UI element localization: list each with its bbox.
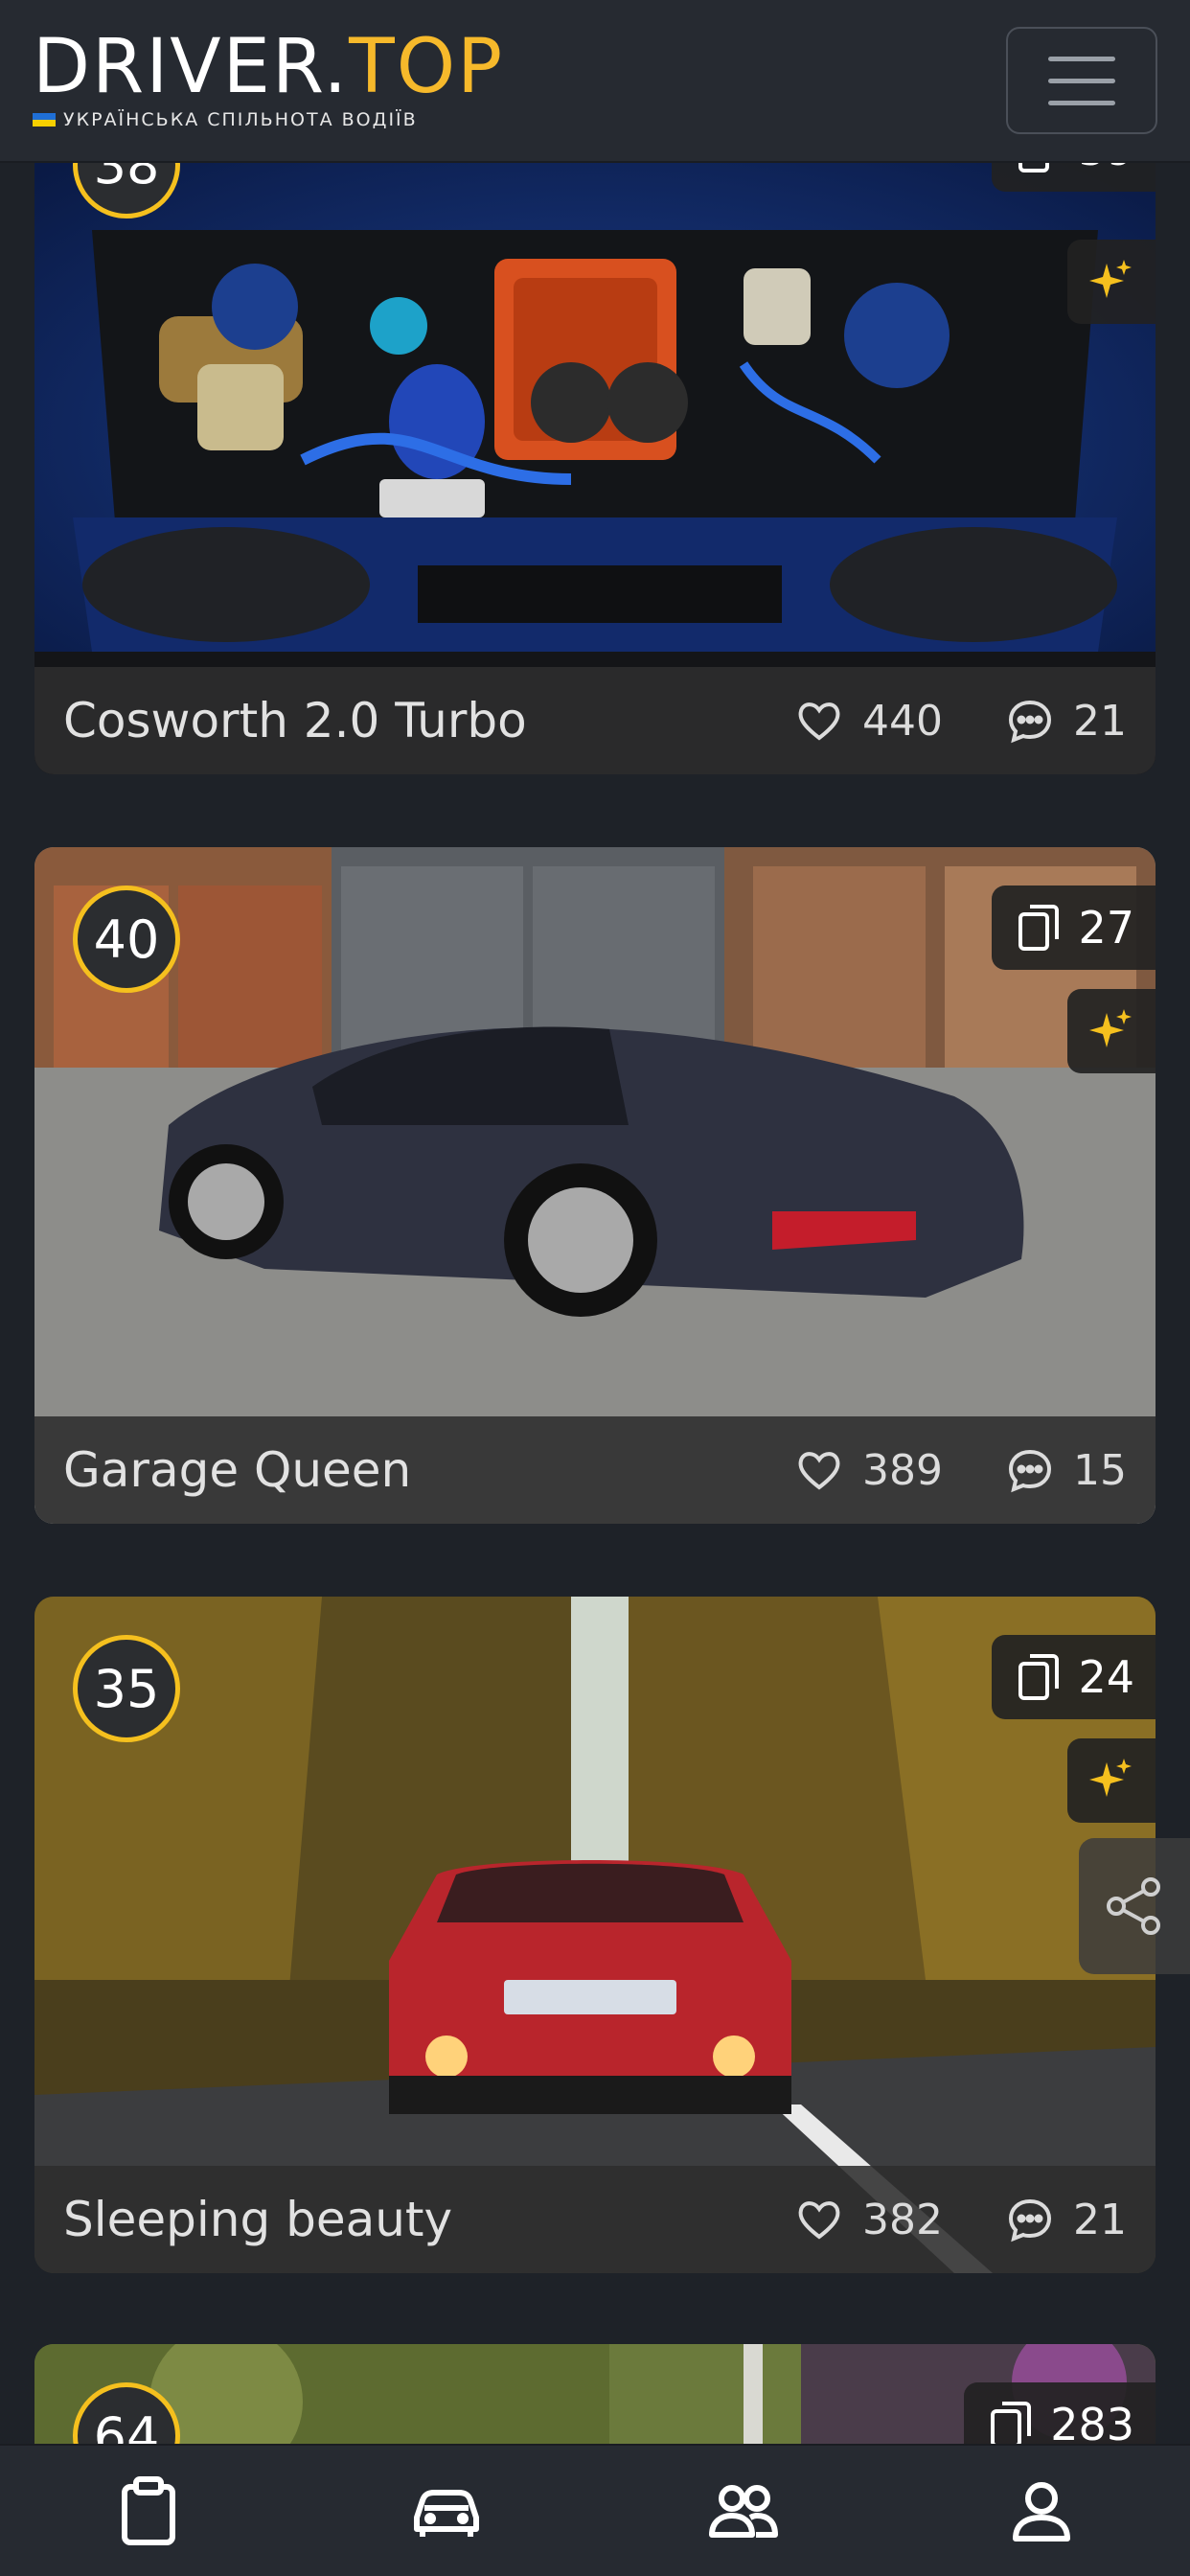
profile-icon <box>1012 2482 1070 2542</box>
post-stats: 440 21 <box>795 697 1127 746</box>
likes-count: 440 <box>862 696 943 746</box>
post-title[interactable]: Garage Queen <box>63 1442 795 1498</box>
comment-icon[interactable] <box>1006 1446 1054 1494</box>
likes-count: 382 <box>862 2195 943 2244</box>
nav-feed[interactable] <box>91 2463 206 2559</box>
post-title[interactable]: Sleeping beauty <box>63 2192 795 2247</box>
logo-subtitle-text: УКРАЇНСЬКА СПІЛЬНОТА ВОДІЇВ <box>63 109 418 130</box>
heart-icon[interactable] <box>795 697 843 745</box>
post-card[interactable]: 40 27 Garage Queen 389 15 <box>34 847 1156 1524</box>
featured-badge <box>1067 240 1156 324</box>
hamburger-icon-line <box>1048 78 1115 83</box>
menu-button[interactable] <box>1006 27 1157 134</box>
bottom-nav <box>0 2444 1190 2576</box>
rank-badge: 35 <box>73 1635 180 1742</box>
photo-count-badge[interactable]: 27 <box>992 886 1156 970</box>
comments-count: 21 <box>1073 2195 1127 2244</box>
gallery-icon <box>1018 905 1060 951</box>
heart-icon[interactable] <box>795 2196 843 2243</box>
gallery-icon <box>991 2402 1032 2448</box>
nav-community[interactable] <box>686 2463 801 2559</box>
photo-count: 283 <box>1050 2399 1134 2450</box>
post-card[interactable]: 38 59 Cosworth 2.0 Turbo 440 21 <box>34 115 1156 774</box>
logo-text: DRIVER.TOP <box>33 27 504 107</box>
comments-count: 21 <box>1073 696 1127 746</box>
logo-top-text: TOP <box>349 24 505 110</box>
photo-count: 24 <box>1078 1651 1134 1703</box>
nav-profile[interactable] <box>984 2463 1099 2559</box>
gallery-icon <box>1018 1654 1060 1700</box>
logo-driver-text: DRIVER. <box>33 24 350 110</box>
post-card[interactable]: 35 24 Sleeping beauty 382 21 <box>34 1597 1156 2273</box>
comments-count: 15 <box>1073 1445 1127 1495</box>
rank-badge: 40 <box>73 886 180 993</box>
share-icon <box>1107 1877 1160 1935</box>
sparkle-icon <box>1089 1759 1132 1797</box>
sparkle-icon <box>1089 1009 1132 1047</box>
likes-count: 389 <box>862 1445 943 1495</box>
photo-count: 27 <box>1078 902 1134 954</box>
photo-count-badge[interactable]: 24 <box>992 1635 1156 1719</box>
featured-badge <box>1067 989 1156 1073</box>
logo-subtitle: УКРАЇНСЬКА СПІЛЬНОТА ВОДІЇВ <box>33 109 504 130</box>
post-card-footer: Sleeping beauty 382 21 <box>34 2166 1156 2273</box>
featured-badge <box>1067 1738 1156 1823</box>
post-card-footer: Cosworth 2.0 Turbo 440 21 <box>34 667 1156 774</box>
post-card-footer: Garage Queen 389 15 <box>34 1416 1156 1524</box>
logo[interactable]: DRIVER.TOP УКРАЇНСЬКА СПІЛЬНОТА ВОДІЇВ <box>33 27 504 130</box>
car-icon <box>413 2490 479 2537</box>
hamburger-icon <box>1048 56 1115 61</box>
post-title[interactable]: Cosworth 2.0 Turbo <box>63 693 795 748</box>
comment-icon[interactable] <box>1006 2196 1054 2243</box>
share-button[interactable] <box>1079 1838 1190 1974</box>
comment-icon[interactable] <box>1006 697 1054 745</box>
hamburger-icon-line <box>1048 100 1115 105</box>
post-stats: 382 21 <box>795 2196 1127 2244</box>
clipboard-icon <box>122 2476 176 2545</box>
app-header: DRIVER.TOP УКРАЇНСЬКА СПІЛЬНОТА ВОДІЇВ <box>0 0 1190 163</box>
sparkle-icon <box>1089 260 1132 298</box>
ukraine-flag-icon <box>33 113 56 126</box>
users-icon <box>709 2485 779 2538</box>
heart-icon[interactable] <box>795 1446 843 1494</box>
post-stats: 389 15 <box>795 1446 1127 1495</box>
nav-cars[interactable] <box>389 2463 504 2559</box>
